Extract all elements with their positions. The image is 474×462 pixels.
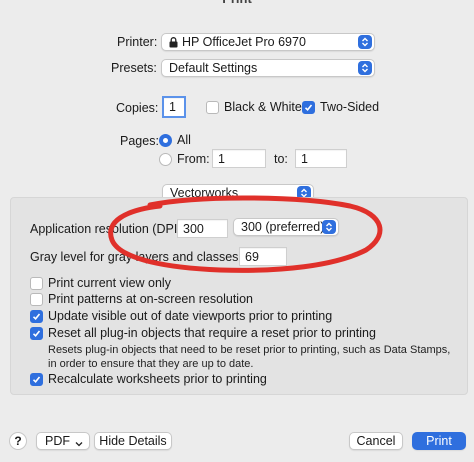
resolution-field[interactable]: 300	[177, 219, 228, 238]
copies-label: Copies:	[116, 101, 159, 115]
printer-chevron-icon	[358, 35, 372, 49]
resolution-label: Application resolution (DPI):	[30, 222, 185, 236]
pages-from-radio[interactable]	[159, 152, 172, 166]
reset-plugins-label: Reset all plug-in objects that require a…	[48, 326, 376, 340]
presets-chevron-icon	[358, 61, 372, 75]
print-current-view-checkbox[interactable]	[30, 276, 43, 290]
hide-details-button[interactable]: Hide Details	[94, 432, 172, 450]
print-current-view-label: Print current view only	[48, 276, 171, 290]
window-title: Print	[0, 0, 474, 9]
presets-popup[interactable]: Default Settings	[161, 59, 375, 77]
pages-from-field[interactable]: 1	[212, 149, 266, 168]
printer-popup[interactable]: HP OfficeJet Pro 6970	[161, 33, 375, 51]
update-viewports-label: Update visible out of date viewports pri…	[48, 309, 333, 323]
printer-value: HP OfficeJet Pro 6970	[182, 35, 306, 49]
gray-level-label: Gray level for gray layers and classes:	[30, 250, 242, 264]
printer-label: Printer:	[117, 35, 158, 49]
checkmark-icon	[32, 312, 41, 320]
pages-all-radio[interactable]	[159, 133, 172, 147]
update-viewports-checkbox[interactable]	[30, 309, 43, 323]
cancel-button[interactable]: Cancel	[349, 432, 403, 450]
recalculate-worksheets-checkbox[interactable]	[30, 372, 43, 386]
pages-label: Pages:	[120, 134, 159, 148]
resolution-preset-value: 300 (preferred)	[241, 220, 325, 234]
two-sided-label: Two-Sided	[320, 100, 380, 114]
black-white-label: Black & White	[224, 100, 302, 114]
reset-plugins-checkbox[interactable]	[30, 326, 43, 340]
checkmark-icon	[32, 329, 41, 337]
printer-lock-icon	[169, 36, 178, 48]
presets-value: Default Settings	[169, 61, 258, 75]
two-sided-checkbox[interactable]	[302, 100, 315, 114]
reset-plugins-note: Resets plug-in objects that need to be r…	[48, 344, 451, 370]
print-patterns-checkbox[interactable]	[30, 292, 43, 306]
checkmark-icon	[32, 375, 41, 383]
black-white-checkbox[interactable]	[206, 100, 219, 114]
pdf-chevron-icon	[75, 437, 83, 451]
pages-to-label: to:	[274, 152, 288, 166]
resolution-preset-popup[interactable]: 300 (preferred)	[233, 218, 339, 236]
presets-label: Presets:	[111, 61, 157, 75]
pdf-menu-button[interactable]: PDF	[36, 432, 90, 450]
checkmark-icon	[304, 103, 313, 111]
pdf-label: PDF	[45, 434, 70, 448]
pages-from-label: From:	[177, 152, 210, 166]
copies-field[interactable]: 1	[162, 96, 186, 118]
print-button[interactable]: Print	[412, 432, 466, 450]
pages-all-label: All	[177, 133, 191, 147]
resolution-chevron-icon	[322, 220, 336, 234]
help-button[interactable]: ?	[9, 432, 27, 450]
recalculate-worksheets-label: Recalculate worksheets prior to printing	[48, 372, 267, 386]
pages-to-field[interactable]: 1	[295, 149, 347, 168]
gray-level-field[interactable]: 69	[239, 247, 287, 266]
print-patterns-label: Print patterns at on-screen resolution	[48, 292, 253, 306]
